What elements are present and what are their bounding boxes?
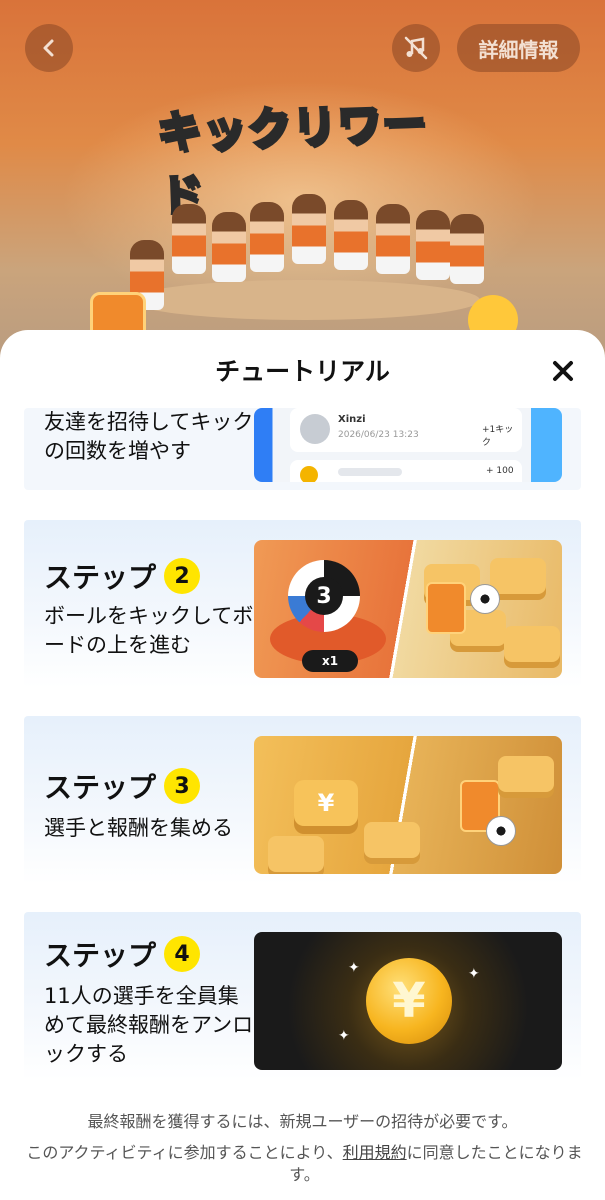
invite-date: 2026/06/23 13:23 <box>338 430 419 440</box>
player-figure <box>416 210 450 280</box>
coin-icon <box>300 466 318 482</box>
tutorial-sheet: チュートリアル 友達を招待してキックの回数を増やす Xinzi 2026/06/… <box>0 330 605 1200</box>
music-toggle-button[interactable] <box>392 24 440 72</box>
chevron-left-icon <box>43 39 54 57</box>
board-tile <box>498 756 554 792</box>
step-number-badge: 2 <box>164 558 201 594</box>
board-tile <box>490 558 546 594</box>
step-4-heading: ステップ 4 <box>44 934 201 974</box>
player-figure <box>450 214 484 284</box>
player-figure <box>292 194 326 264</box>
terms-prefix: このアクティビティに参加することにより、 <box>26 1143 343 1162</box>
soccer-ball-icon <box>470 584 500 614</box>
terms-link[interactable]: 利用規約 <box>343 1143 407 1162</box>
step-number-badge: 3 <box>164 768 201 804</box>
close-button[interactable] <box>548 356 578 386</box>
step-label: ステップ <box>44 771 157 804</box>
details-button[interactable]: 詳細情報 <box>457 24 580 72</box>
back-button[interactable] <box>25 24 73 72</box>
step-card-1: 友達を招待してキックの回数を増やす Xinzi 2026/06/23 13:23… <box>24 408 581 490</box>
step-4-description: 11人の選手を全員集めて最終報酬をアンロックする <box>44 984 254 1066</box>
invitee-name: Xinzi <box>338 414 366 425</box>
sparkle-icon: ✦ <box>338 1028 350 1044</box>
step-3-heading: ステップ 3 <box>44 766 201 806</box>
step-label: ステップ <box>44 561 157 594</box>
reward-amount: + 100 <box>486 466 514 476</box>
players-group-illustration <box>120 190 490 310</box>
board-tile <box>364 822 420 858</box>
player-card-icon <box>426 582 466 634</box>
sheet-title: チュートリアル <box>215 357 390 386</box>
step-2-heading: ステップ 2 <box>44 556 201 596</box>
terms-agreement: このアクティビティに参加することにより、利用規約に同意したことになります。 <box>22 1142 587 1186</box>
step-2-description: ボールをキックしてボードの上を進む <box>44 604 254 657</box>
ball-number: 3 <box>305 577 343 615</box>
kick-bonus: +1キック <box>482 425 514 448</box>
step-card-2: ステップ 2 ボールをキックしてボードの上を進む 3 x1 <box>24 520 581 688</box>
invite-record-card: Xinzi 2026/06/23 13:23 +1キック <box>290 408 522 452</box>
step-3-description: 選手と報酬を集める <box>44 816 233 840</box>
yen-tile-icon: ¥ <box>294 780 358 826</box>
music-muted-icon <box>404 36 428 60</box>
step-1-description: 友達を招待してキックの回数を増やす <box>44 410 254 463</box>
step-card-4: ステップ 4 11人の選手を全員集めて最終報酬をアンロックする ¥ ✦ ✦ ✦ <box>24 912 581 1080</box>
step-number-badge: 4 <box>164 936 201 972</box>
player-figure <box>250 202 284 272</box>
board-tile <box>268 836 324 872</box>
kick-ball-icon: 3 <box>288 560 360 632</box>
step-2-image: 3 x1 <box>254 540 562 678</box>
final-reward-note: 最終報酬を獲得するには、新規ユーザーの招待が必要です。 <box>87 1112 518 1131</box>
player-figure <box>376 204 410 274</box>
player-figure <box>334 200 368 270</box>
player-figure <box>172 204 206 274</box>
placeholder-bar <box>338 468 402 476</box>
step-3-image: ¥ <box>254 736 562 874</box>
game-header-background: 詳細情報 キックリワード <box>0 0 605 360</box>
board-tile <box>504 626 560 662</box>
close-icon <box>553 361 573 381</box>
soccer-ball-icon <box>486 816 516 846</box>
sparkle-icon: ✦ <box>348 960 360 976</box>
multiplier-badge: x1 <box>302 650 358 672</box>
step-label: ステップ <box>44 939 157 972</box>
step-4-image: ¥ ✦ ✦ ✦ <box>254 932 562 1070</box>
player-figure <box>212 212 246 282</box>
sparkle-icon: ✦ <box>468 966 480 982</box>
step-card-3: ステップ 3 選手と報酬を集める ¥ <box>24 716 581 884</box>
avatar <box>300 414 330 444</box>
game-title-logo: キックリワード <box>155 96 430 223</box>
yen-coin-icon: ¥ <box>366 958 452 1044</box>
step-1-preview: Xinzi 2026/06/23 13:23 +1キック + 100 <box>254 408 562 482</box>
reward-record-card: + 100 <box>290 460 522 482</box>
